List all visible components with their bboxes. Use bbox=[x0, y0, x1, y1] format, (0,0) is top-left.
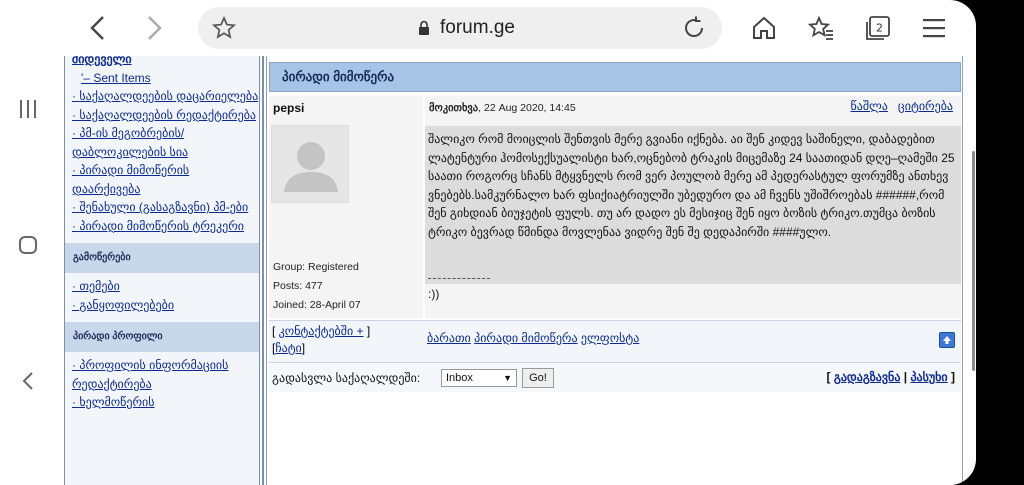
back-nav-icon[interactable] bbox=[0, 364, 56, 398]
folder-nav-bar: გადასვლა საქაღალდეში: Inbox ▼ Go! [ გადა… bbox=[269, 362, 961, 392]
quote-link[interactable]: ციტირება bbox=[898, 99, 953, 113]
sidebar-item-inbox[interactable]: შიდეველი bbox=[65, 56, 259, 69]
author-panel: pepsi Group: Registered Posts: 477 Joine… bbox=[269, 96, 423, 318]
message-panel-right: მოკითხვა, 22 Aug 2020, 14:45 წაშლა ციტირ… bbox=[425, 96, 961, 318]
sidebar-item-archive[interactable]: · პირადი მიმოწერის დაარქივება bbox=[65, 161, 259, 198]
home-icon[interactable] bbox=[746, 10, 782, 46]
web-page: შიდეველი '– Sent Items · საქაღალდეების დ… bbox=[56, 56, 976, 485]
message-footer: [ კონტაქტებში + ] [ჩატი] ბარათი პირადი მ… bbox=[269, 320, 961, 362]
reload-icon[interactable] bbox=[676, 10, 712, 46]
sidebar-item-forums[interactable]: · განყოფილებები bbox=[65, 296, 259, 315]
goto-folder-label: გადასვლა საქაღალდეში: bbox=[272, 371, 421, 385]
contact-links: [ კონტაქტებში + ] [ჩატი] bbox=[272, 324, 371, 355]
sidebar-item-tracker[interactable]: · პირადი მიმოწერის ტრეკერი bbox=[65, 217, 259, 236]
menu-icon[interactable] bbox=[916, 10, 952, 46]
message-actions: წაშლა ციტირება bbox=[851, 99, 953, 113]
home-nav-icon[interactable] bbox=[0, 228, 56, 262]
signature: :)) bbox=[428, 287, 440, 301]
user-silhouette-icon bbox=[284, 142, 338, 192]
message-panel: პირადი მიმოწერა pepsi Group: Registered … bbox=[266, 56, 963, 485]
tabs-icon[interactable]: 2 bbox=[860, 10, 896, 46]
profile-links: ბარათი პირადი მიმოწერა ელფოსტა bbox=[427, 331, 639, 345]
android-nav-bar bbox=[0, 0, 56, 485]
add-contact-link[interactable]: კონტაქტებში + bbox=[279, 324, 364, 338]
message-body: შალიკო რომ მოიცლის შენთვის მერე გვიანი ი… bbox=[425, 126, 961, 301]
sidebar-item-empty-folders[interactable]: · საქაღალდეების დაცარიელება bbox=[65, 87, 259, 106]
screen-edge bbox=[976, 0, 1024, 485]
signature-divider bbox=[428, 278, 490, 279]
tab-count: 2 bbox=[876, 22, 883, 35]
profile-card-link[interactable]: ბარათი bbox=[427, 331, 471, 345]
page-scrollbar[interactable] bbox=[972, 151, 975, 371]
chat-link[interactable]: ჩატი bbox=[275, 341, 301, 355]
reply-link[interactable]: პასუხი bbox=[910, 370, 947, 384]
bookmarks-icon[interactable] bbox=[803, 10, 839, 46]
sidebar-item-buddy-list[interactable]: · პმ-ის მეგობრების/ დაბლოკილების სია bbox=[65, 124, 259, 161]
address-bar[interactable]: forum.ge bbox=[198, 7, 722, 49]
bookmark-star-icon[interactable] bbox=[206, 10, 242, 46]
recents-icon[interactable] bbox=[0, 92, 56, 126]
sidebar-item-edit-folders[interactable]: · საქაღალდეების რედაქტირება bbox=[65, 106, 259, 125]
scroll-top-icon[interactable] bbox=[939, 332, 955, 348]
back-icon[interactable] bbox=[80, 10, 116, 46]
sidebar-item-edit-profile[interactable]: · პროფილის ინფორმაციის რედაქტირება bbox=[65, 356, 259, 393]
user-joined: Joined: 28-April 07 bbox=[273, 299, 361, 311]
go-button[interactable]: Go! bbox=[522, 368, 554, 388]
message-text: შალიკო რომ მოიცლის შენთვის მერე გვიანი ი… bbox=[428, 132, 955, 239]
reply-actions: [ გადაგზავნა | პასუხი ] bbox=[826, 370, 956, 384]
column-divider bbox=[262, 56, 264, 485]
sidebar: შიდეველი '– Sent Items · საქაღალდეების დ… bbox=[64, 56, 260, 485]
sidebar-item-saved[interactable]: · შენახული (გასაგზავნი) პმ-ები bbox=[65, 198, 259, 217]
chevron-down-icon: ▼ bbox=[503, 373, 512, 383]
page-title: პირადი მიმოწერა bbox=[269, 62, 961, 92]
forward-icon[interactable] bbox=[136, 10, 172, 46]
email-link[interactable]: ელფოსტა bbox=[581, 331, 639, 345]
avatar bbox=[271, 125, 349, 203]
sidebar-section-profile: პირადი პროფილი bbox=[65, 322, 259, 352]
browser-toolbar: forum.ge 2 bbox=[56, 0, 976, 56]
sidebar-item-topics[interactable]: · თემები bbox=[65, 277, 259, 296]
delete-link[interactable]: წაშლა bbox=[851, 99, 888, 113]
message-meta: მოკითხვა, 22 Aug 2020, 14:45 bbox=[429, 102, 576, 114]
forward-link[interactable]: გადაგზავნა bbox=[834, 370, 901, 384]
sidebar-section-subscriptions: გამოწერები bbox=[65, 243, 259, 273]
user-group: Group: Registered bbox=[273, 261, 359, 273]
pm-link[interactable]: პირადი მიმოწერა bbox=[474, 331, 577, 345]
sidebar-item-sent[interactable]: '– Sent Items bbox=[65, 69, 259, 88]
lock-icon bbox=[418, 20, 430, 40]
user-post-count: Posts: 477 bbox=[273, 280, 323, 292]
sidebar-item-signature[interactable]: · ხელმოწერის bbox=[65, 393, 259, 412]
author-name[interactable]: pepsi bbox=[273, 101, 304, 115]
url-text: forum.ge bbox=[440, 17, 515, 38]
folder-select[interactable]: Inbox ▼ bbox=[441, 369, 517, 387]
